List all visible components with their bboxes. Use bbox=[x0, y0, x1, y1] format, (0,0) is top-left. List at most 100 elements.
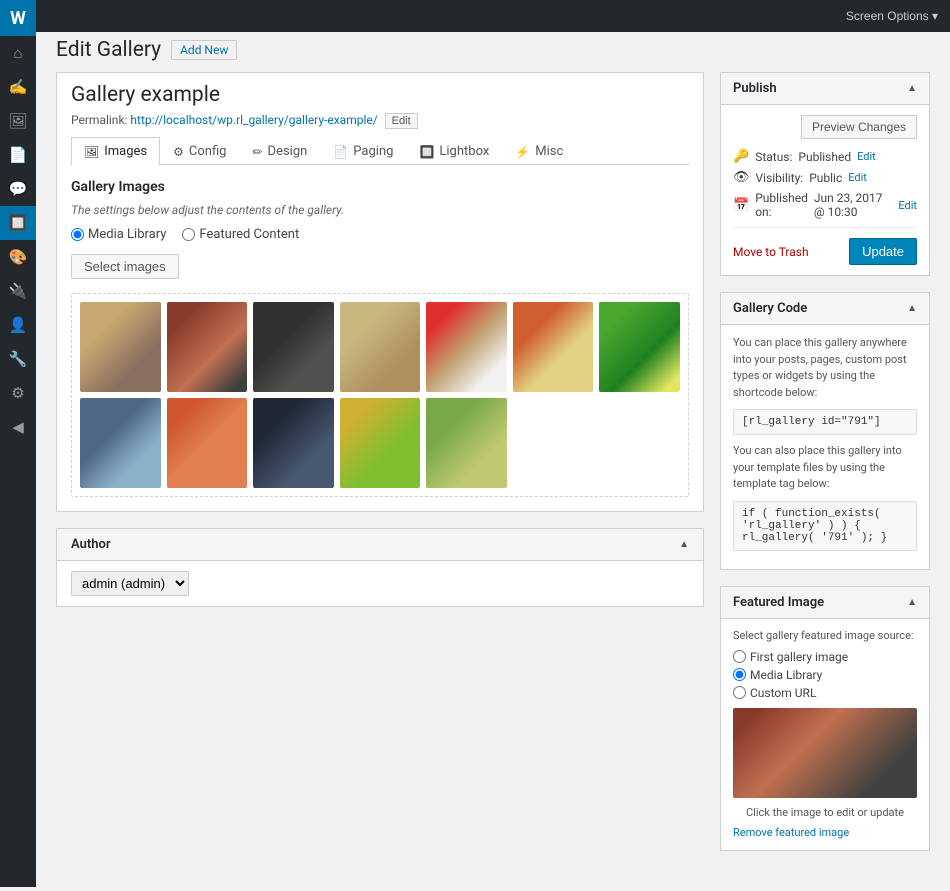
gallery-thumb-12[interactable] bbox=[426, 398, 507, 488]
preview-changes-button[interactable]: Preview Changes bbox=[801, 115, 917, 139]
sidebar-icon-media[interactable]: 🖼 bbox=[0, 104, 36, 138]
publish-footer: Move to Trash Update bbox=[733, 227, 917, 265]
tab-paging[interactable]: 📄 Paging bbox=[320, 137, 406, 165]
permalink-label: Permalink: bbox=[71, 113, 127, 127]
gallery-thumb-3[interactable] bbox=[253, 302, 334, 392]
update-button[interactable]: Update bbox=[849, 238, 917, 265]
tab-lightbox[interactable]: 🔲 Lightbox bbox=[406, 137, 502, 165]
sidebar-icon-appearance[interactable]: 🎨 bbox=[0, 240, 36, 274]
permalink-edit-button[interactable]: Edit bbox=[385, 113, 418, 129]
featured-option-2[interactable]: Media Library bbox=[733, 668, 917, 682]
media-library-radio[interactable]: Media Library bbox=[71, 227, 166, 242]
published-label: Published on: bbox=[755, 191, 808, 219]
remove-featured-link[interactable]: Remove featured image bbox=[733, 826, 849, 839]
gallery-code-collapse-icon: ▲ bbox=[907, 303, 917, 314]
gallery-thumb-5[interactable] bbox=[426, 302, 507, 392]
gallery-thumb-8[interactable] bbox=[80, 398, 161, 488]
gallery-thumb-empty-1 bbox=[513, 398, 594, 488]
lightbox-tab-icon: 🔲 bbox=[419, 145, 434, 159]
paging-tab-icon: 📄 bbox=[333, 145, 348, 159]
tab-config-label: Config bbox=[189, 144, 227, 159]
wp-logo[interactable]: W bbox=[0, 0, 36, 36]
featured-thumb-caption: Click the image to edit or update bbox=[733, 806, 917, 819]
featured-thumbnail[interactable] bbox=[733, 708, 917, 798]
gallery-row-2 bbox=[80, 398, 680, 488]
author-box-header[interactable]: Author ▲ bbox=[57, 529, 703, 561]
tab-paging-label: Paging bbox=[353, 144, 393, 159]
calendar-icon: 📅 bbox=[733, 198, 749, 213]
shortcode-block[interactable]: [rl_gallery id="791"] bbox=[733, 409, 917, 435]
gallery-thumb-10[interactable] bbox=[253, 398, 334, 488]
tab-design-label: Design bbox=[268, 144, 308, 159]
status-icon: 🔑 bbox=[733, 149, 749, 164]
featured-image-title: Featured Image bbox=[733, 595, 824, 610]
misc-tab-icon: ⚡ bbox=[515, 145, 530, 159]
featured-option-1[interactable]: First gallery image bbox=[733, 650, 917, 664]
publish-box-header[interactable]: Publish ▲ bbox=[721, 73, 929, 105]
publish-collapse-icon: ▲ bbox=[907, 83, 917, 94]
publish-box-body: Preview Changes 🔑 Status: Published Edit… bbox=[721, 105, 929, 275]
published-value: Jun 23, 2017 @ 10:30 bbox=[814, 191, 892, 219]
permalink-row: Permalink: http://localhost/wp.rl_galler… bbox=[71, 113, 689, 129]
images-tab-icon: 🖼 bbox=[84, 145, 99, 159]
featured-radio-3[interactable] bbox=[733, 686, 746, 699]
tab-images[interactable]: 🖼 Images bbox=[71, 137, 160, 165]
move-to-trash-link[interactable]: Move to Trash bbox=[733, 245, 809, 259]
visibility-label: Visibility: bbox=[756, 171, 804, 185]
gallery-code-title: Gallery Code bbox=[733, 301, 807, 316]
sidebar-icon-pages[interactable]: 📄 bbox=[0, 138, 36, 172]
gallery-code-desc2: You can also place this gallery into you… bbox=[733, 443, 917, 493]
gallery-thumb-2[interactable] bbox=[167, 302, 248, 392]
gallery-title: Gallery example bbox=[71, 83, 689, 107]
sidebar-icon-settings[interactable]: ⚙ bbox=[0, 376, 36, 410]
gallery-thumb-11[interactable] bbox=[340, 398, 421, 488]
sidebar-icon-users[interactable]: 👤 bbox=[0, 308, 36, 342]
featured-option-3[interactable]: Custom URL bbox=[733, 686, 917, 700]
featured-image-header[interactable]: Featured Image ▲ bbox=[721, 587, 929, 619]
tabs-nav: 🖼 Images ⚙ Config ✏ Design 📄 Paging bbox=[71, 137, 689, 165]
featured-radio-2[interactable] bbox=[733, 668, 746, 681]
gallery-thumb-1[interactable] bbox=[80, 302, 161, 392]
right-column: Publish ▲ Preview Changes 🔑 Status: Publ… bbox=[720, 72, 930, 867]
card-header: Gallery example Permalink: http://localh… bbox=[57, 73, 703, 137]
visibility-edit-link[interactable]: Edit bbox=[848, 171, 867, 184]
permalink-link[interactable]: http://localhost/wp.rl_gallery/gallery-e… bbox=[130, 113, 377, 127]
tab-images-label: Images bbox=[104, 144, 147, 159]
media-library-radio-input[interactable] bbox=[71, 228, 84, 241]
sidebar-icon-tools[interactable]: 🔧 bbox=[0, 342, 36, 376]
gallery-thumb-6[interactable] bbox=[513, 302, 594, 392]
featured-radio-1[interactable] bbox=[733, 650, 746, 663]
sidebar-icon-home[interactable]: ⌂ bbox=[0, 36, 36, 70]
sidebar-icon-gallery[interactable]: 🔲 bbox=[0, 206, 36, 240]
add-new-button[interactable]: Add New bbox=[171, 40, 237, 60]
select-images-button[interactable]: Select images bbox=[71, 254, 179, 279]
author-select[interactable]: admin (admin) bbox=[71, 571, 189, 596]
featured-content-radio[interactable]: Featured Content bbox=[182, 227, 299, 242]
publish-box: Publish ▲ Preview Changes 🔑 Status: Publ… bbox=[720, 72, 930, 276]
sidebar-icon-comments[interactable]: 💬 bbox=[0, 172, 36, 206]
status-edit-link[interactable]: Edit bbox=[857, 150, 876, 163]
template-code-block[interactable]: if ( function_exists( 'rl_gallery' ) ) {… bbox=[733, 501, 917, 551]
published-row: 📅 Published on: Jun 23, 2017 @ 10:30 Edi… bbox=[733, 191, 917, 219]
tab-config[interactable]: ⚙ Config bbox=[160, 137, 239, 165]
featured-image-desc: Select gallery featured image source: bbox=[733, 629, 917, 642]
gallery-code-body: You can place this gallery anywhere into… bbox=[721, 325, 929, 569]
author-box-title: Author bbox=[71, 537, 111, 552]
visibility-value: Public bbox=[809, 171, 842, 185]
featured-content-radio-input[interactable] bbox=[182, 228, 195, 241]
gallery-code-box-header[interactable]: Gallery Code ▲ bbox=[721, 293, 929, 325]
sidebar-icon-collapse[interactable]: ◀ bbox=[0, 410, 36, 444]
screen-options-button[interactable]: Screen Options ▾ bbox=[846, 9, 938, 23]
sidebar-icon-plugins[interactable]: 🔌 bbox=[0, 274, 36, 308]
sidebar-icon-posts[interactable]: ✍ bbox=[0, 70, 36, 104]
tab-design[interactable]: ✏ Design bbox=[239, 137, 320, 165]
gallery-thumb-4[interactable] bbox=[340, 302, 421, 392]
published-edit-link[interactable]: Edit bbox=[898, 199, 917, 212]
gallery-thumb-7[interactable] bbox=[599, 302, 680, 392]
page-title: Edit Gallery bbox=[56, 38, 161, 62]
status-row: 🔑 Status: Published Edit bbox=[733, 149, 917, 164]
publish-actions-top: Preview Changes bbox=[733, 115, 917, 139]
gallery-thumb-9[interactable] bbox=[167, 398, 248, 488]
config-tab-icon: ⚙ bbox=[173, 145, 184, 159]
tab-misc[interactable]: ⚡ Misc bbox=[502, 137, 576, 165]
